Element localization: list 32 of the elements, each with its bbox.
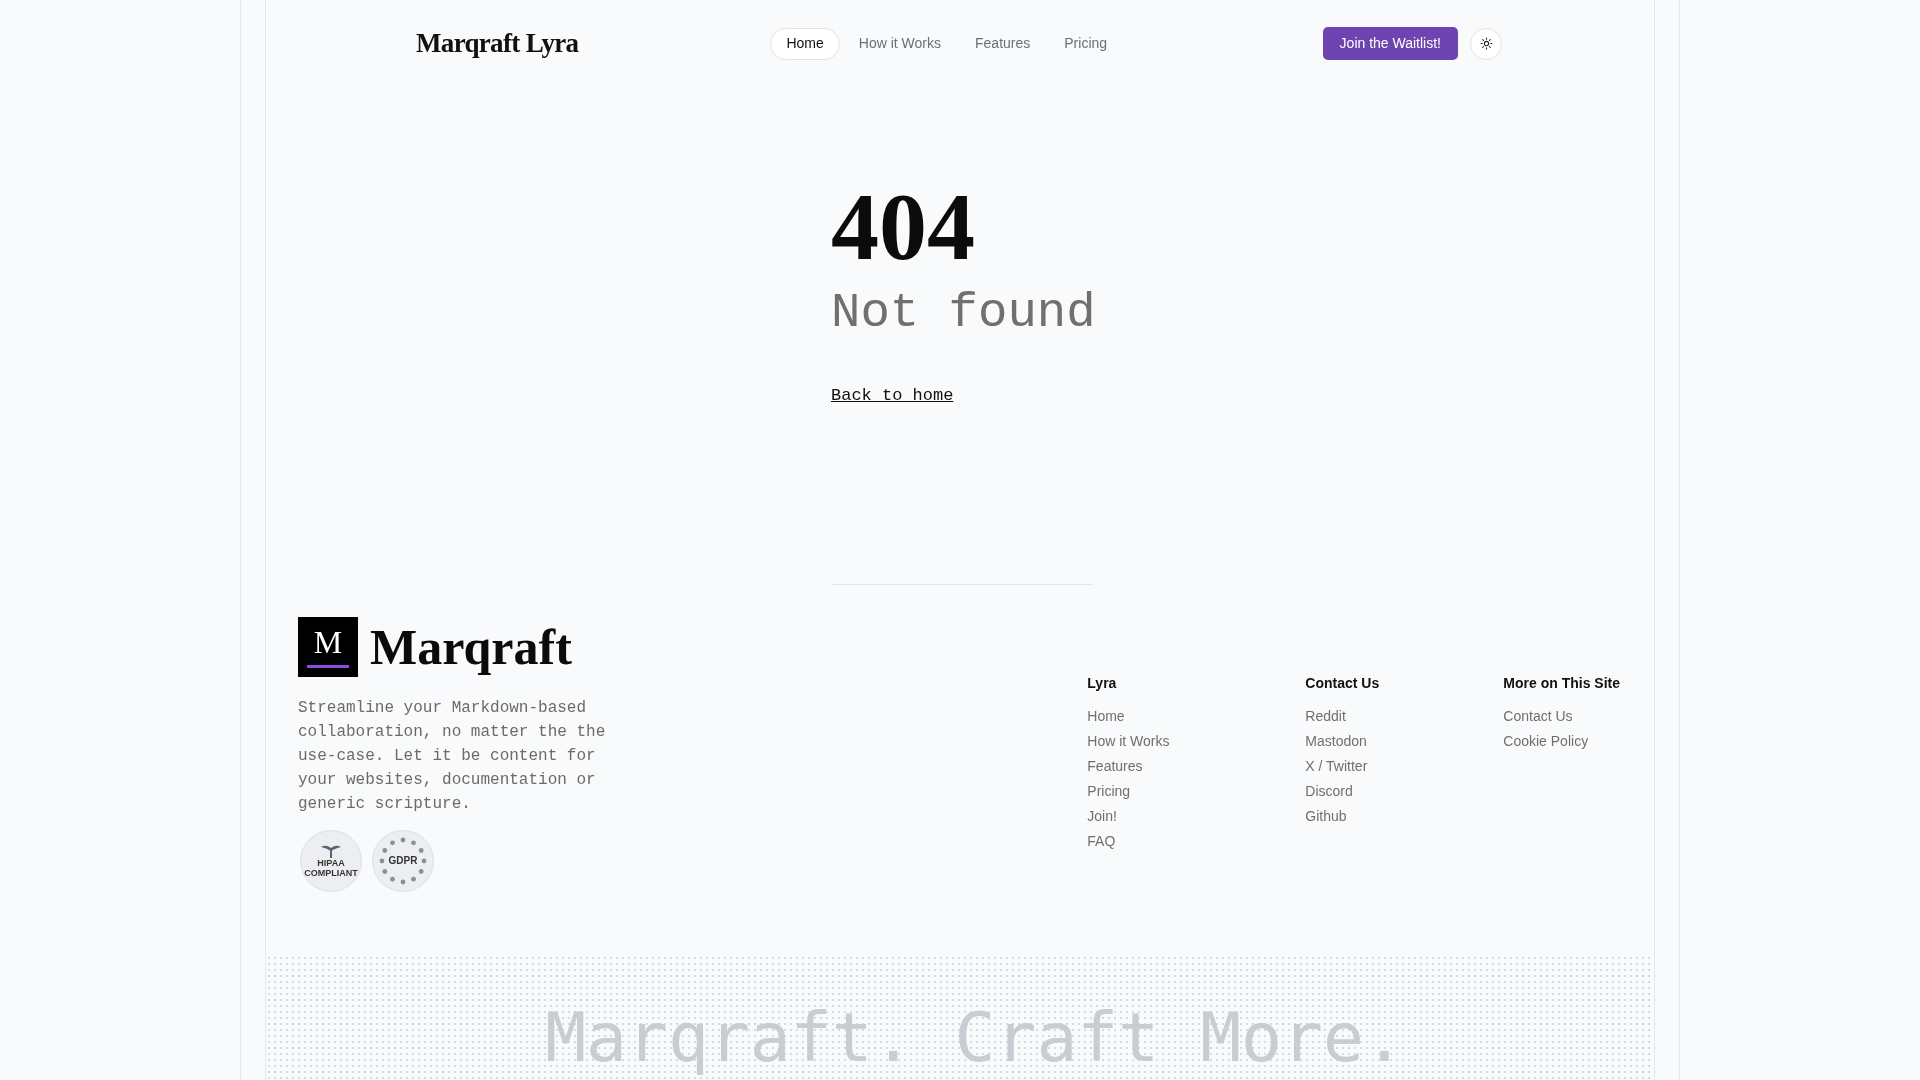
- brand-logo[interactable]: Marqraft Lyra: [416, 23, 579, 64]
- footer-link[interactable]: Pricing: [1087, 778, 1131, 804]
- footer-column-title: Lyra: [1087, 673, 1118, 693]
- footer-link[interactable]: X / Twitter: [1305, 753, 1368, 779]
- footer-link[interactable]: Reddit: [1305, 703, 1346, 729]
- nav-link[interactable]: Features: [960, 27, 1046, 60]
- back-to-home-link[interactable]: Back to home: [831, 383, 954, 409]
- theme-toggle-button[interactable]: [1470, 27, 1502, 60]
- nav-link[interactable]: Pricing: [1049, 27, 1123, 60]
- footer-link[interactable]: FAQ: [1087, 828, 1116, 854]
- badge-text: GDPR: [388, 854, 418, 868]
- footer-link[interactable]: How it Works: [1087, 728, 1170, 754]
- footer-link[interactable]: Join!: [1087, 803, 1117, 829]
- badge-text: HIPAA COMPLIANT: [304, 857, 358, 878]
- footer-link[interactable]: Cookie Policy: [1503, 728, 1589, 754]
- nav-link[interactable]: Home: [770, 27, 840, 60]
- footer-link[interactable]: Features: [1087, 753, 1143, 779]
- footer-link[interactable]: Github: [1305, 803, 1347, 829]
- footer-logo-text: Marqraft: [370, 618, 572, 675]
- footer-link[interactable]: Contact Us: [1503, 703, 1573, 729]
- footer-link[interactable]: Discord: [1305, 778, 1353, 804]
- error-code: 404: [831, 179, 975, 275]
- nav-link[interactable]: How it Works: [843, 27, 956, 60]
- footer-description: Streamline your Markdown-based collaboration, no matter the the use-case. Let it be content for your websites, documentation or generic scripture.: [298, 697, 607, 815]
- join-waitlist-button[interactable]: Join the Waitlist!: [1322, 27, 1458, 60]
- footer-link[interactable]: Home: [1087, 703, 1125, 729]
- logo-letter: M: [313, 625, 343, 659]
- footer-column-title: Contact Us: [1305, 673, 1381, 693]
- footer-link[interactable]: Mastodon: [1305, 728, 1367, 754]
- error-message: Not found: [831, 284, 1096, 343]
- sun-icon: [1479, 37, 1493, 50]
- footer-column-title: More on This Site: [1503, 673, 1620, 693]
